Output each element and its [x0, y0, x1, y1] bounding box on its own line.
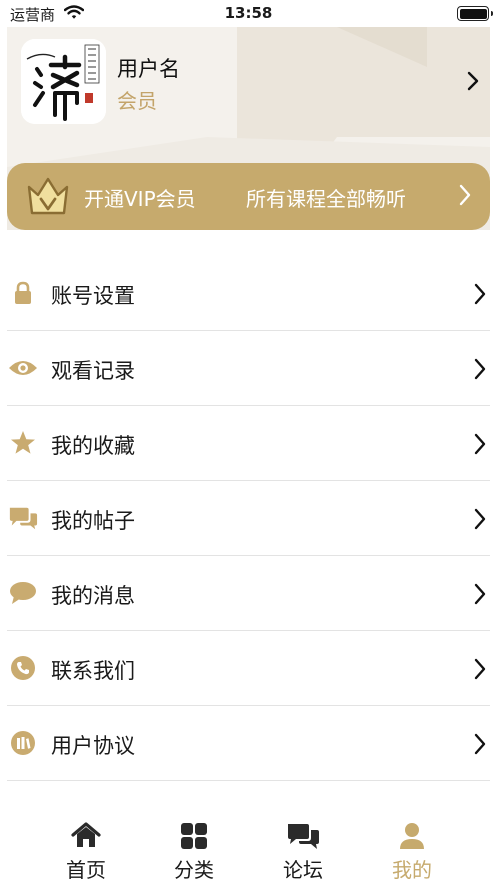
- vip-description: 所有课程全部畅听: [246, 187, 406, 211]
- tab-label: 分类: [174, 858, 214, 882]
- vip-open-label: 开通VIP会员: [84, 187, 196, 211]
- chat-bubbles-icon: [8, 505, 38, 531]
- eye-icon: [8, 355, 38, 381]
- settings-menu: 账号设置 观看记录 我的收藏 我的帖子 我的消息 联系我们 用户协议: [0, 256, 497, 781]
- avatar[interactable]: [21, 39, 106, 124]
- forum-icon: [253, 822, 353, 850]
- lock-icon: [8, 280, 38, 306]
- menu-item-contact-us[interactable]: 联系我们: [0, 631, 497, 706]
- tab-label: 论坛: [283, 858, 323, 882]
- menu-item-label: 联系我们: [51, 659, 135, 683]
- chevron-right-icon: [459, 184, 471, 206]
- menu-item-label: 账号设置: [51, 284, 135, 308]
- menu-item-label: 我的收藏: [51, 434, 135, 458]
- tab-category[interactable]: 分类: [144, 810, 244, 883]
- tab-mine[interactable]: 我的: [362, 810, 462, 883]
- chevron-right-icon: [467, 71, 479, 91]
- star-icon: [8, 430, 38, 456]
- divider: [7, 780, 490, 781]
- menu-item-watch-history[interactable]: 观看记录: [0, 331, 497, 406]
- chevron-right-icon: [474, 283, 486, 305]
- chevron-right-icon: [474, 733, 486, 755]
- chevron-right-icon: [474, 508, 486, 530]
- crown-icon: [27, 177, 69, 215]
- menu-item-label: 我的帖子: [51, 509, 135, 533]
- chevron-right-icon: [474, 583, 486, 605]
- tab-bar: 首页 分类 论坛 我的: [0, 810, 497, 883]
- member-level: 会员: [117, 89, 157, 113]
- book-icon: [8, 730, 38, 756]
- tab-label: 我的: [392, 858, 432, 882]
- tab-forum[interactable]: 论坛: [253, 810, 353, 883]
- tab-home[interactable]: 首页: [36, 810, 136, 883]
- person-icon: [362, 822, 462, 850]
- username: 用户名: [117, 57, 180, 81]
- chevron-right-icon: [474, 433, 486, 455]
- tab-label: 首页: [66, 858, 106, 882]
- clock: 13:58: [224, 4, 273, 22]
- vip-banner[interactable]: 开通VIP会员 所有课程全部畅听: [7, 163, 490, 230]
- menu-item-favorites[interactable]: 我的收藏: [0, 406, 497, 481]
- menu-item-label: 我的消息: [51, 584, 135, 608]
- logo-calligraphy-icon: [21, 39, 106, 124]
- menu-item-user-agreement[interactable]: 用户协议: [0, 706, 497, 781]
- menu-item-my-posts[interactable]: 我的帖子: [0, 481, 497, 556]
- battery-icon: [457, 6, 493, 21]
- grid-icon: [144, 822, 244, 850]
- menu-item-account-settings[interactable]: 账号设置: [0, 256, 497, 331]
- status-bar: 运营商 13:58: [0, 0, 497, 26]
- menu-item-label: 观看记录: [51, 359, 135, 383]
- menu-item-label: 用户协议: [51, 734, 135, 758]
- message-icon: [8, 580, 38, 606]
- chevron-right-icon: [474, 358, 486, 380]
- phone-icon: [8, 655, 38, 681]
- menu-item-messages[interactable]: 我的消息: [0, 556, 497, 631]
- chevron-right-icon: [474, 658, 486, 680]
- home-icon: [36, 822, 136, 848]
